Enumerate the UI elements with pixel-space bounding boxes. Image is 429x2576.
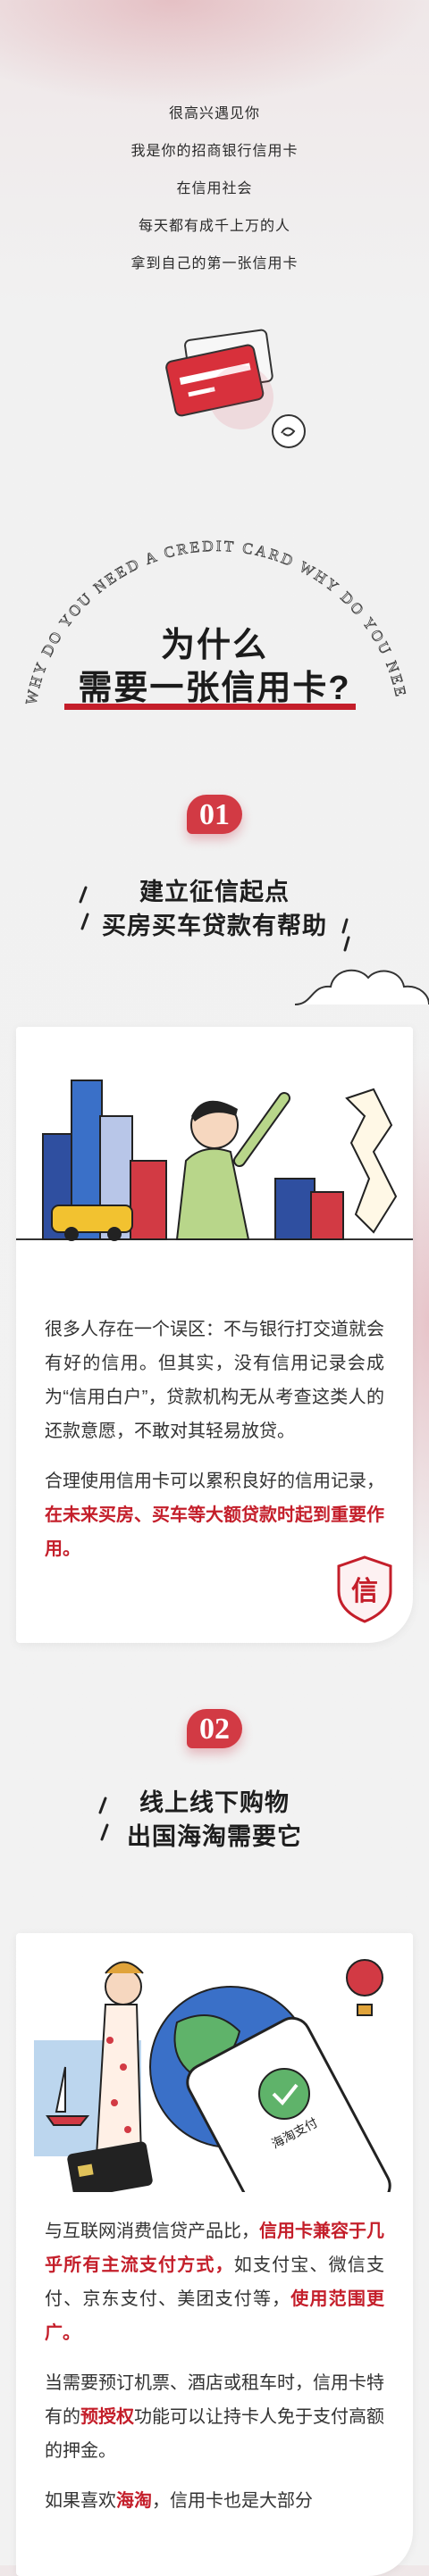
para-highlight: 预授权 [80, 2407, 134, 2427]
section1-card: 很多人存在一个误区：不与银行打交道就会有好的信用。但其实，没有信用记录会成为“信… [16, 1027, 413, 1643]
city-person-illustration [16, 1027, 413, 1286]
shopping-illustration: 海淘支付 [16, 1933, 413, 2192]
section1-para1: 很多人存在一个误区：不与银行打交道就会有好的信用。但其实，没有信用记录会成为“信… [45, 1320, 384, 1441]
seal-char: 信 [351, 1576, 378, 1607]
coin-icon [272, 414, 306, 448]
section1-para2-highlight: 在未来买房、买车等大额贷款时起到重要作用。 [45, 1505, 384, 1559]
title-underline [64, 704, 356, 710]
intro-line: 拿到自己的第一张信用卡 [130, 256, 299, 271]
para-plain: ，信用卡也是大部分 [152, 2491, 313, 2511]
section1-para2-plain: 合理使用信用卡可以累积良好的信用记录， [45, 1471, 384, 1491]
section-number: 02 [199, 1713, 230, 1746]
intro-line: 我是你的招商银行信用卡 [130, 144, 299, 159]
main-title: 为什么 需要一张信用卡? [0, 625, 429, 709]
section2-card: 海淘支付 与互联网消费信贷产品比，信用卡兼容于几乎所有主流支付方式，如支付宝、微… [16, 1933, 413, 2576]
intro-line: 每天都有成千上万的人 [138, 219, 290, 234]
para-plain: 如果喜欢 [45, 2491, 116, 2511]
section-title-line2: 出国海淘需要它 [127, 1823, 302, 1850]
credit-card-illustration [165, 329, 306, 448]
section2-para3: 如果喜欢海淘，信用卡也是大部分 [45, 2484, 384, 2518]
section2-body: 与互联网消费信贷产品比，信用卡兼容于几乎所有主流支付方式，如支付宝、微信支付、京… [45, 2214, 384, 2534]
top-glow [0, 0, 429, 107]
para-plain: 与互联网消费信贷产品比， [45, 2222, 259, 2241]
title-deco-left [79, 886, 89, 930]
section-number-badge: 01 [181, 791, 248, 841]
cloud-icon [295, 969, 429, 1005]
main-title-line1: 为什么 [160, 627, 268, 664]
para-highlight: 海淘 [116, 2491, 152, 2511]
section-title-line1: 线上线下购物 [139, 1789, 290, 1816]
section1-para2: 合理使用信用卡可以累积良好的信用记录， 在未来买房、买车等大额贷款时起到重要作用。 [45, 1464, 384, 1566]
section-title-line2: 买房买车贷款有帮助 [102, 913, 327, 939]
intro-line: 在信用社会 [176, 181, 253, 196]
section-title-line1: 建立征信起点 [139, 879, 290, 905]
section2-para1: 与互联网消费信贷产品比，信用卡兼容于几乎所有主流支付方式，如支付宝、微信支付、京… [45, 2214, 384, 2350]
section-number: 01 [199, 798, 230, 831]
section1-body: 很多人存在一个误区：不与银行打交道就会有好的信用。但其实，没有信用记录会成为“信… [45, 1313, 384, 1582]
section-number-badge: 02 [181, 1705, 248, 1755]
title-deco-left [98, 1797, 109, 1841]
intro-line: 很高兴遇见你 [168, 106, 260, 121]
section2-para2: 当需要预订机票、酒店或租车时，信用卡特有的预授权功能可以让持卡人免于支付高额的押… [45, 2366, 384, 2468]
credit-seal-icon: 信 [337, 1555, 392, 1623]
section-title: 建立征信起点 买房买车贷款有帮助 [0, 875, 429, 943]
intro-text: 很高兴遇见你 我是你的招商银行信用卡 在信用社会 每天都有成千上万的人 拿到自己… [0, 105, 429, 293]
section-title: 线上线下购物 出国海淘需要它 [0, 1786, 429, 1854]
